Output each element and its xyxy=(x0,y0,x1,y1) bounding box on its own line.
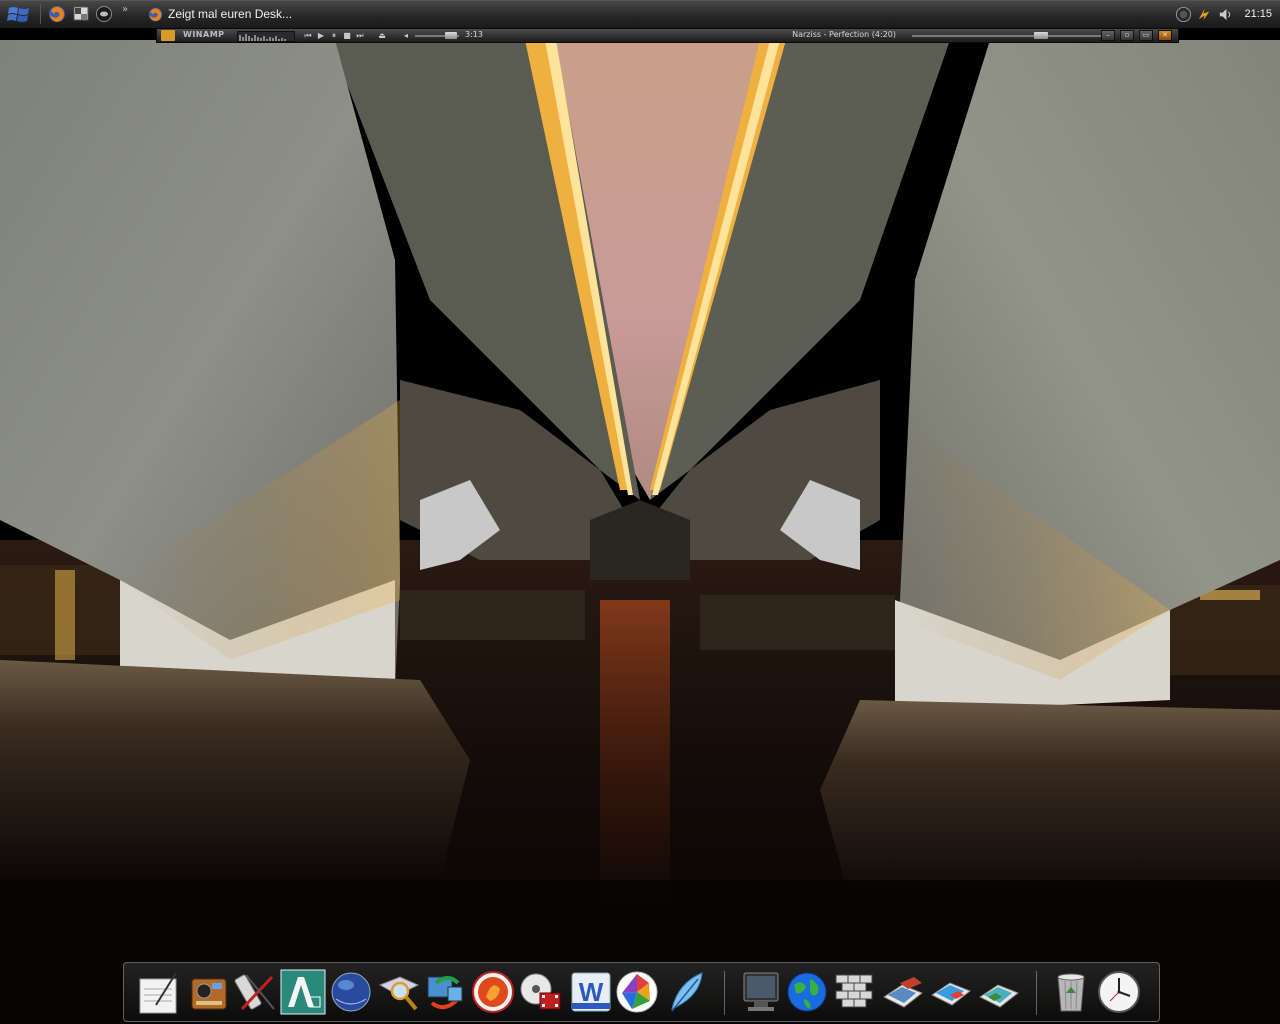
elapsed-time: 3:13 xyxy=(465,30,483,39)
recycle-bin-icon[interactable] xyxy=(1048,969,1094,1015)
winamp-title: WINAMP xyxy=(183,30,225,39)
minimize-button[interactable]: – xyxy=(1101,30,1115,41)
clock-icon[interactable] xyxy=(1096,969,1142,1015)
my-computer-icon[interactable] xyxy=(738,969,784,1015)
shade-button[interactable]: ▫ xyxy=(1120,30,1134,41)
visualizer[interactable] xyxy=(237,31,295,42)
dock-separator xyxy=(1036,971,1037,1015)
winamp-windowshade: WINAMP ⏮ ▶ ⏸ ■ ⏭ ⏏ ◂ 3:13 Narziss - Perf… xyxy=(156,28,1179,43)
power-icon[interactable] xyxy=(1196,6,1213,23)
eject-button[interactable]: ⏏ xyxy=(377,30,387,41)
svg-text:W: W xyxy=(579,977,604,1007)
next-button[interactable]: ⏭ xyxy=(355,30,365,41)
network-icon[interactable] xyxy=(1175,6,1192,23)
media-player-icon[interactable] xyxy=(186,969,232,1015)
feather-icon[interactable] xyxy=(664,969,710,1015)
globe-browser-icon[interactable] xyxy=(328,969,374,1015)
task-button-firefox[interactable]: Zeigt mal euren Desk... xyxy=(144,3,294,25)
speaker-icon[interactable] xyxy=(1217,6,1234,23)
firefox-orange-icon[interactable] xyxy=(470,969,516,1015)
dock: W xyxy=(123,962,1160,1022)
pause-button[interactable]: ⏸ xyxy=(329,30,339,41)
sync-icon[interactable] xyxy=(422,969,468,1015)
seek-slider[interactable] xyxy=(912,35,1102,37)
volume-icon: ◂ xyxy=(403,31,408,40)
clock[interactable]: 21:15 xyxy=(1244,8,1272,20)
firewall-icon[interactable] xyxy=(832,969,878,1015)
close-button[interactable]: ✕ xyxy=(1158,30,1172,41)
firefox-icon[interactable] xyxy=(48,5,66,23)
media-icon[interactable] xyxy=(95,5,113,23)
firefox-icon xyxy=(148,7,163,21)
windows-start-icon[interactable] xyxy=(6,3,32,25)
quick-launch-separator xyxy=(40,4,41,24)
dvd-video-icon[interactable] xyxy=(518,969,564,1015)
stop-button[interactable]: ■ xyxy=(342,30,352,41)
quick-launch-more-button[interactable]: » xyxy=(122,4,128,15)
taskbar: » Zeigt mal euren Desk... 21:15 xyxy=(0,0,1280,29)
image-viewer-icon[interactable] xyxy=(376,969,422,1015)
desktop-wallpaper xyxy=(0,0,1280,1024)
system-tray: 21:15 xyxy=(1170,0,1280,28)
photos-icon-1[interactable] xyxy=(880,969,926,1015)
network-globe-icon[interactable] xyxy=(784,969,830,1015)
volume-knob[interactable] xyxy=(445,32,457,39)
autocad-icon[interactable] xyxy=(280,969,326,1015)
winamp-logo-icon[interactable] xyxy=(161,30,175,41)
restore-button[interactable]: ▭ xyxy=(1139,30,1153,41)
dock-separator xyxy=(724,971,725,1015)
photos-icon-2[interactable] xyxy=(928,969,974,1015)
show-desktop-icon[interactable] xyxy=(72,5,90,23)
word-icon[interactable]: W xyxy=(568,969,614,1015)
picasa-icon[interactable] xyxy=(614,969,660,1015)
graphics-tool-icon[interactable] xyxy=(234,969,280,1015)
textedit-icon[interactable] xyxy=(136,969,182,1015)
play-button[interactable]: ▶ xyxy=(316,30,326,41)
song-title: Narziss - Perfection (4:20) xyxy=(792,30,896,39)
photos-icon-3[interactable] xyxy=(976,969,1022,1015)
seek-knob[interactable] xyxy=(1034,32,1048,39)
previous-button[interactable]: ⏮ xyxy=(303,30,313,41)
task-button-label: Zeigt mal euren Desk... xyxy=(168,7,293,21)
